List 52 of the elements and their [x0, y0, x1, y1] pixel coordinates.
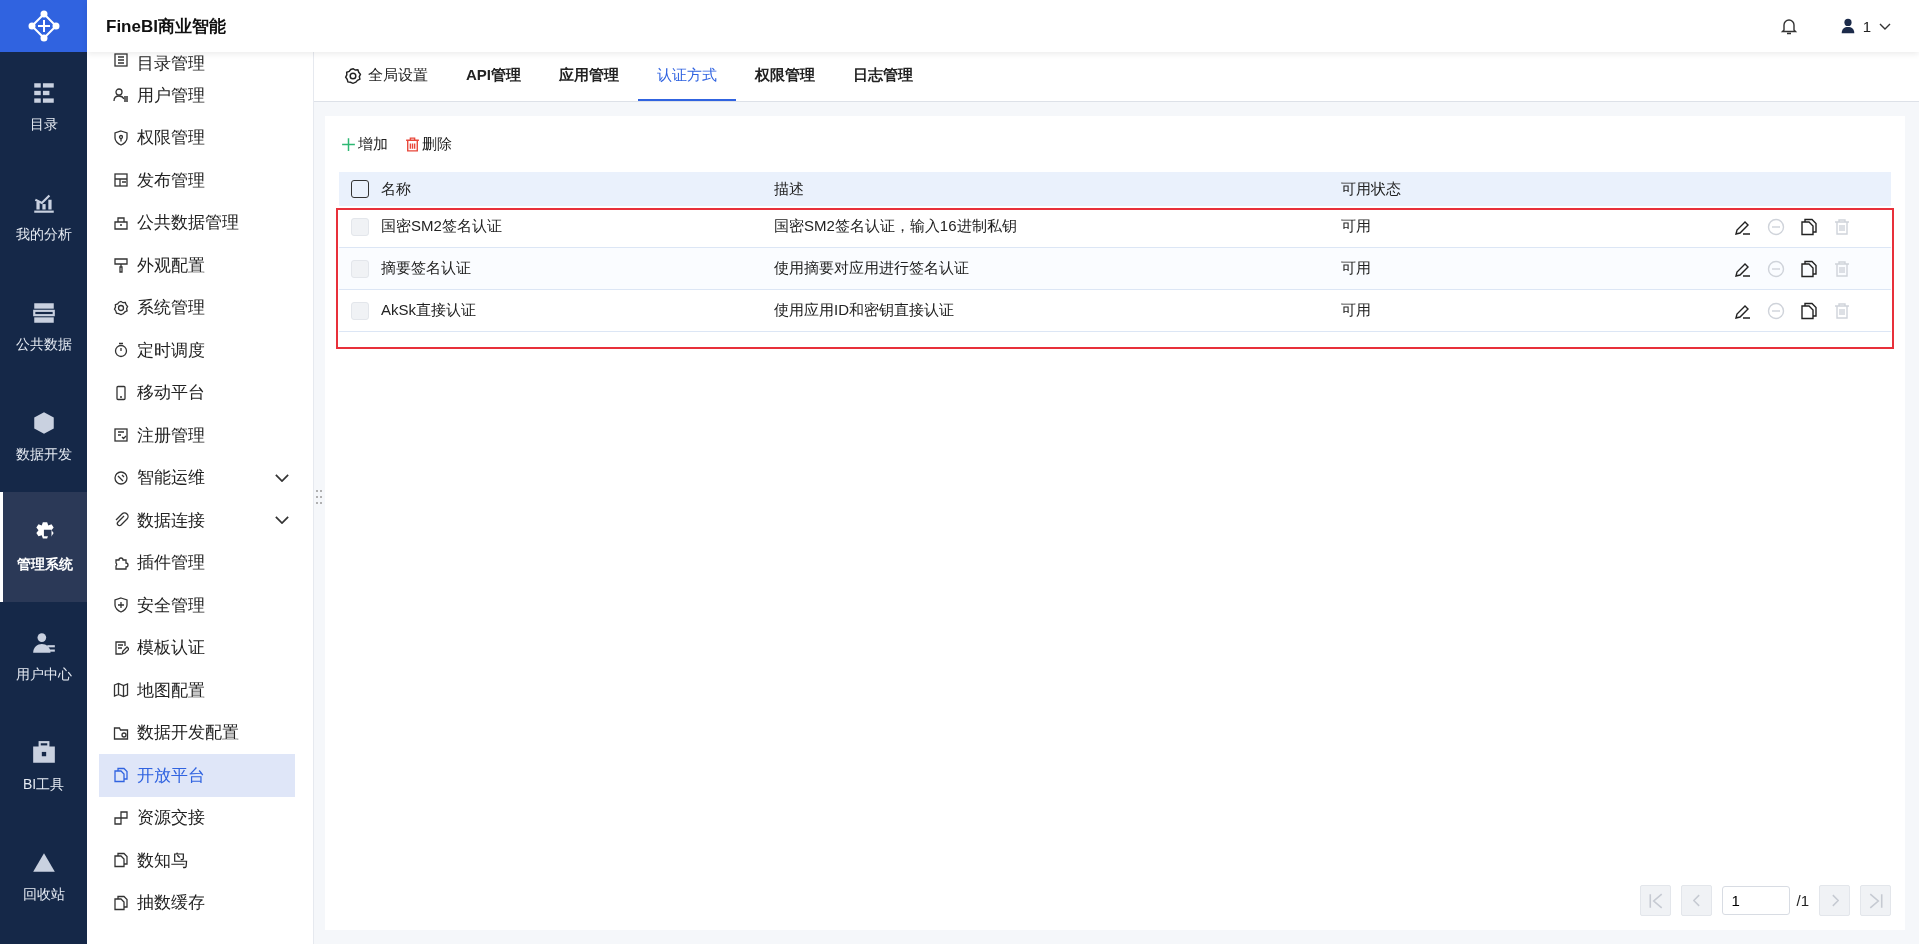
- rail-item[interactable]: 管理系统: [0, 492, 87, 602]
- rail-item[interactable]: 数据开发: [0, 382, 87, 492]
- menu-item[interactable]: 模板认证: [99, 626, 295, 669]
- menu-item[interactable]: 用户管理: [99, 74, 295, 117]
- menu-item[interactable]: 公共数据管理: [99, 201, 295, 244]
- rail-item[interactable]: 回收站: [0, 822, 87, 932]
- user-menu[interactable]: 1: [1838, 17, 1893, 35]
- table-cell-text: 可用: [1341, 217, 1372, 236]
- page-input[interactable]: 1: [1722, 886, 1791, 915]
- rail-item[interactable]: 公共数据: [0, 272, 87, 382]
- menu-item[interactable]: 智能运维: [99, 456, 295, 499]
- menu-item[interactable]: 地图配置: [99, 669, 295, 712]
- menu-item[interactable]: 抽数缓存: [99, 881, 295, 924]
- column-header: 可用状态: [1341, 179, 1402, 199]
- menu-item[interactable]: 插件管理: [99, 541, 295, 584]
- rail-item[interactable]: 我的分析: [0, 162, 87, 272]
- column-header: 描述: [774, 179, 805, 199]
- table-cell-text: 使用摘要对应用进行签名认证: [774, 259, 970, 278]
- page-total: /1: [1796, 892, 1809, 909]
- menu-item[interactable]: 目录管理: [99, 52, 295, 74]
- tab[interactable]: 全局设置: [325, 52, 447, 101]
- tab[interactable]: API管理: [447, 52, 540, 101]
- menu-item[interactable]: 安全管理: [99, 584, 295, 627]
- rail-item[interactable]: BI工具: [0, 712, 87, 822]
- tab[interactable]: 日志管理: [834, 52, 932, 101]
- menu-item[interactable]: 数据连接: [99, 499, 295, 542]
- table-cell-text: 可用: [1341, 259, 1372, 278]
- menu-item[interactable]: 数据开发配置: [99, 711, 295, 754]
- rail-item[interactable]: 用户中心: [0, 602, 87, 712]
- menu-item[interactable]: 开放平台: [99, 754, 295, 797]
- menu-item[interactable]: 定时调度: [99, 329, 295, 372]
- menu-item[interactable]: 权限管理: [99, 116, 295, 159]
- table-cell-text: AkSk直接认证: [381, 301, 477, 320]
- menu-item[interactable]: 发布管理: [99, 159, 295, 202]
- rail-item[interactable]: 目录: [0, 52, 87, 162]
- table-cell-text: 使用应用ID和密钥直接认证: [774, 301, 955, 320]
- add-button[interactable]: 增加: [340, 134, 388, 154]
- app-title: FineBI商业智能: [106, 15, 226, 38]
- menu-item[interactable]: 数知鸟: [99, 839, 295, 882]
- table-cell-text: 国密SM2签名认证，输入16进制私钥: [774, 217, 1018, 236]
- tab[interactable]: 权限管理: [736, 52, 834, 101]
- menu-item[interactable]: 移动平台: [99, 371, 295, 414]
- menu-item[interactable]: 资源交接: [99, 796, 295, 839]
- tab[interactable]: 应用管理: [540, 52, 638, 101]
- column-header: 名称: [381, 179, 412, 199]
- menu-item[interactable]: 注册管理: [99, 414, 295, 457]
- table-cell-text: 可用: [1341, 301, 1372, 320]
- table-cell-text: 摘要签名认证: [381, 259, 472, 278]
- menu-item[interactable]: 系统管理: [99, 286, 295, 329]
- delete-button[interactable]: 删除: [404, 134, 452, 154]
- menu-item[interactable]: 外观配置: [99, 244, 295, 287]
- table-cell-text: 国密SM2签名认证: [381, 217, 503, 236]
